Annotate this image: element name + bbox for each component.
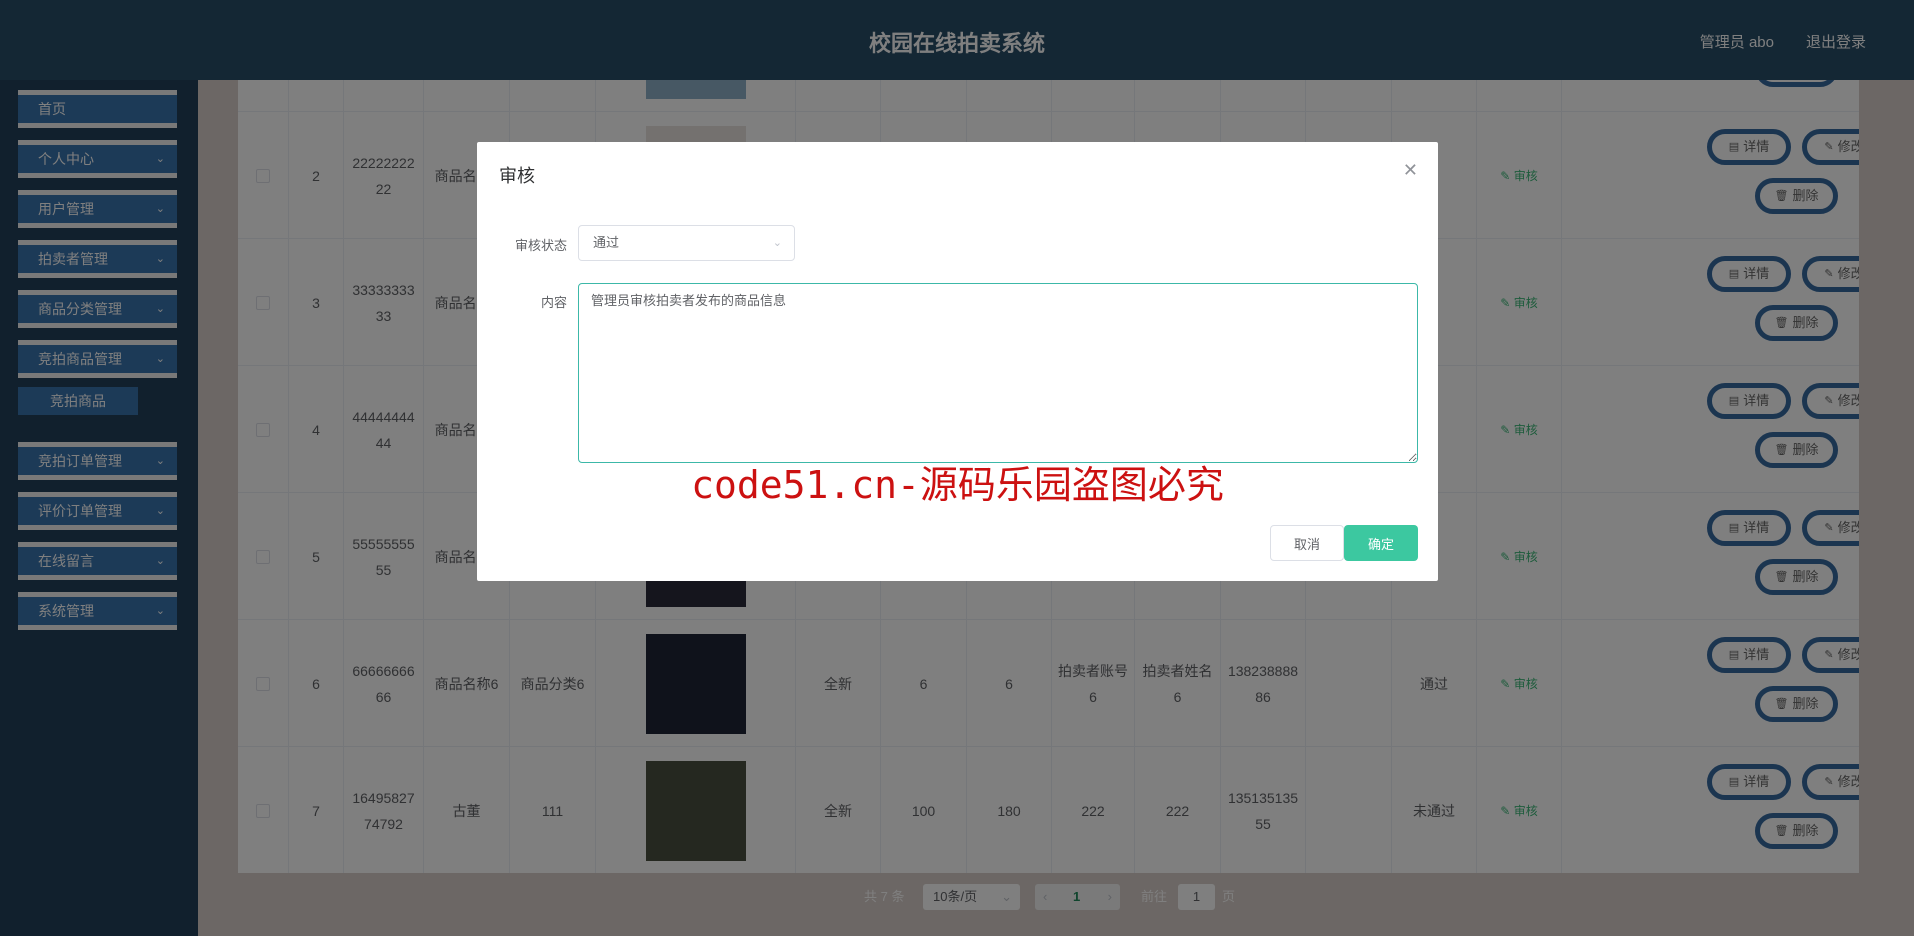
content-label: 内容	[540, 295, 567, 310]
content-textarea[interactable]: 管理员审核拍卖者发布的商品信息	[578, 283, 1418, 463]
audit-dialog: 审核 ✕ 审核状态 通过 ⌄ 内容 管理员审核拍卖者发布的商品信息 code51.…	[477, 142, 1438, 581]
cancel-button[interactable]: 取消	[1270, 525, 1344, 561]
status-label: 审核状态	[514, 238, 567, 253]
audit-status-value: 通过	[593, 235, 620, 250]
watermark-text: code51.cn-源码乐园盗图必究	[691, 463, 1224, 507]
confirm-button[interactable]: 确定	[1344, 525, 1418, 561]
dialog-title: 审核	[499, 166, 535, 186]
close-icon[interactable]: ✕	[1403, 160, 1418, 181]
audit-status-select[interactable]: 通过 ⌄	[578, 225, 795, 261]
chevron-down-icon: ⌄	[772, 237, 782, 249]
